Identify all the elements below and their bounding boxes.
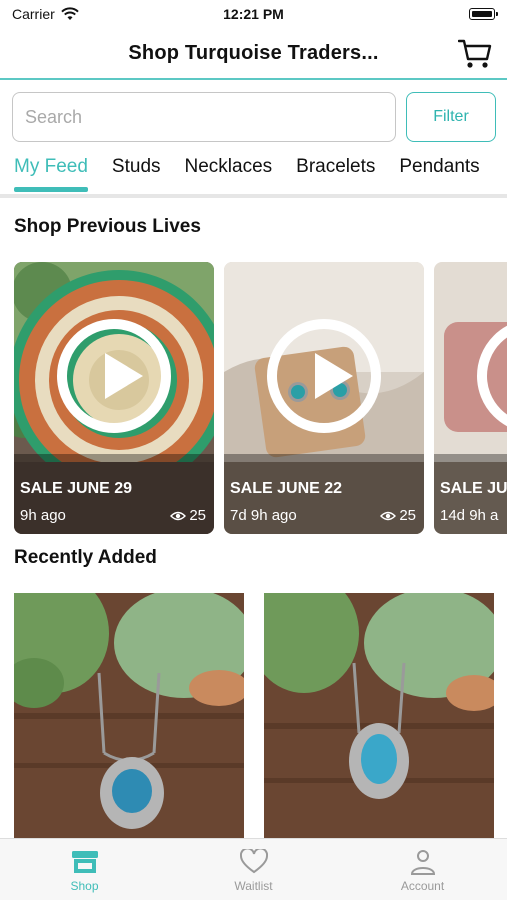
eye-icon [380,511,397,520]
recently-added-grid [14,593,494,839]
live-time-ago: 9h ago [20,507,66,524]
search-input[interactable] [12,92,396,142]
page-title: Shop Turquoise Traders... [128,41,379,64]
product-card[interactable] [264,593,494,839]
bottom-tab-bar: Shop Waitlist Account [0,838,507,900]
carrier-label: Carrier [12,6,55,22]
status-bar: Carrier 12:21 PM [0,0,507,28]
tab-studs[interactable]: Studs [112,150,161,190]
tab-label: Shop [70,879,99,893]
person-icon [410,850,435,875]
tab-necklaces[interactable]: Necklaces [185,150,273,190]
category-tabs: My Feed Studs Necklaces Bracelets Pendan… [0,150,507,198]
battery-icon [469,8,498,20]
status-left: Carrier [12,6,79,22]
wifi-icon [61,7,79,20]
live-time-ago: 7d 9h ago [230,507,297,524]
tab-bracelets[interactable]: Bracelets [296,150,375,190]
tab-label: Waitlist [234,879,273,893]
eye-icon [170,511,187,520]
live-card[interactable]: SALE JUNE 29 9h ago 25 [14,262,214,534]
tab-my-feed[interactable]: My Feed [14,150,88,192]
product-image [14,593,244,839]
live-title: SALE JUNE 22 [230,480,343,497]
cart-button[interactable] [457,36,493,72]
play-icon [267,319,381,434]
live-title: SALE JUNE 29 [20,480,133,497]
play-icon [57,319,171,434]
app-header: Shop Turquoise Traders... [0,28,507,80]
live-card[interactable]: SALE JUNE 22 7d 9h ago 25 [224,262,424,534]
live-views: 25 [380,507,416,524]
tab-account[interactable]: Account [338,839,507,900]
section-title-previous-lives: Shop Previous Lives [14,216,201,237]
cart-icon [458,39,492,68]
filter-button[interactable]: Filter [406,92,496,142]
product-image [264,593,494,839]
live-card[interactable]: SALE JU 14d 9h a [434,262,507,534]
tab-pendants[interactable]: Pendants [399,150,479,190]
live-views: 25 [170,507,206,524]
search-row: Filter [12,92,496,142]
view-count: 25 [189,507,206,524]
previous-lives-carousel[interactable]: SALE JUNE 29 9h ago 25 SALE JUNE 22 7d 9… [14,262,507,534]
tab-label: Account [400,879,445,893]
view-count: 25 [399,507,416,524]
product-card[interactable] [14,593,244,839]
store-icon [71,851,98,873]
tab-waitlist[interactable]: Waitlist [169,839,338,900]
live-time-ago: 14d 9h a [440,507,499,524]
heart-icon [239,849,268,874]
live-title: SALE JU [440,480,507,497]
section-title-recently-added: Recently Added [14,547,157,568]
tab-shop[interactable]: Shop [0,839,169,900]
